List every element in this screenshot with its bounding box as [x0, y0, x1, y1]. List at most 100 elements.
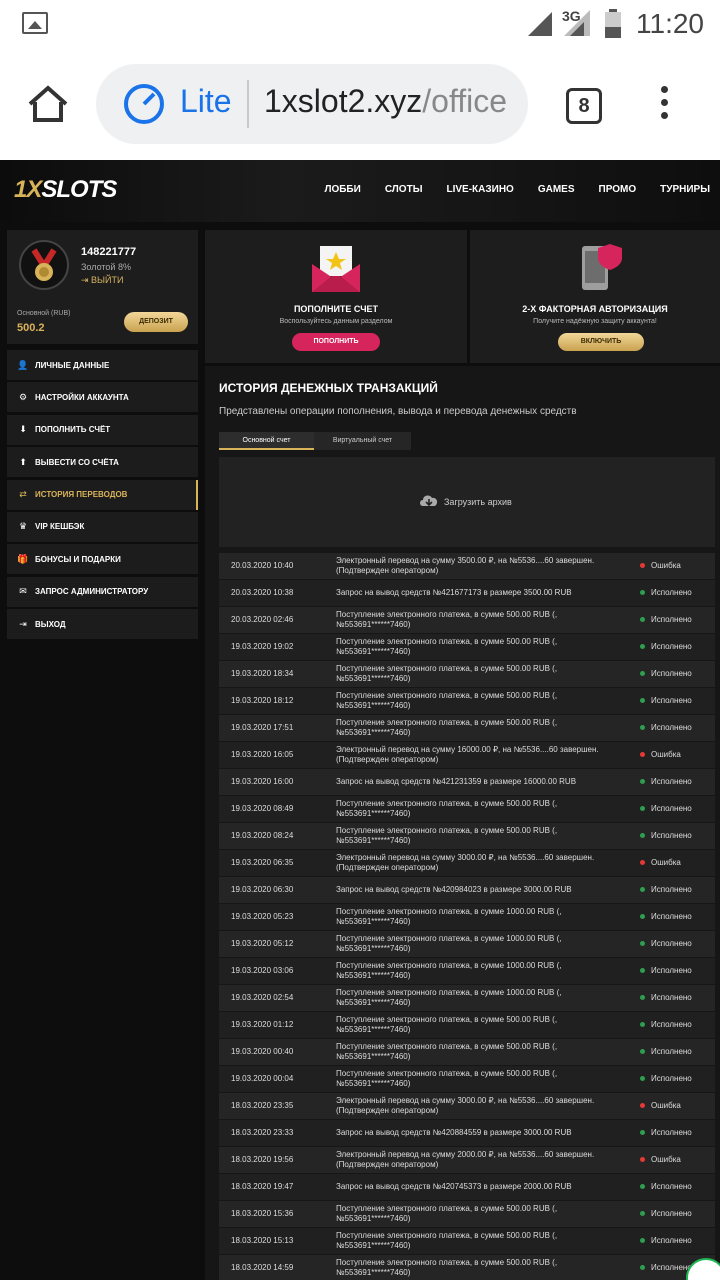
menu-item[interactable]: ✉ ЗАПРОС АДМИНИСТРАТОРУ — [7, 576, 198, 607]
transaction-date: 19.03.2020 08:24 — [231, 831, 294, 840]
top-up-button[interactable]: ПОПОЛНИТЬ — [292, 333, 380, 351]
status-dot-icon — [640, 590, 645, 595]
user-id: 148221777 — [81, 246, 137, 258]
nav-tournaments[interactable]: ТУРНИРЫ — [660, 184, 710, 195]
website: 1XSLOTS ЛОББИ СЛОТЫ LIVE-КАЗИНО GAMES ПР… — [0, 160, 720, 1280]
download-icon: ⬇ — [19, 424, 27, 435]
phone-shield-icon — [582, 244, 622, 290]
transaction-status: Исполнено — [651, 588, 692, 597]
table-row: 20.03.2020 02:46 Поступление электронного… — [219, 607, 715, 633]
enable-2fa-button[interactable]: ВКЛЮЧИТЬ — [558, 333, 644, 351]
transaction-description: Поступление электронного платежа, в сумм… — [336, 1015, 558, 1034]
menu-item[interactable]: 🎁 БОНУСЫ И ПОДАРКИ — [7, 544, 198, 575]
cloud-download-icon[interactable] — [419, 493, 439, 514]
menu-item[interactable]: ⬇ ПОПОЛНИТЬ СЧЁТ — [7, 414, 198, 445]
address-bar[interactable]: Lite 1xslot2.xyz/office — [96, 64, 528, 144]
nav-lobby[interactable]: ЛОББИ — [324, 184, 360, 195]
transaction-status: Исполнено — [651, 1263, 692, 1272]
clock: 11:20 — [636, 8, 704, 39]
nav-slots[interactable]: СЛОТЫ — [385, 184, 423, 195]
transaction-status: Ошибка — [651, 1155, 681, 1164]
deposit-button[interactable]: ДЕПОЗИТ — [124, 312, 188, 332]
status-dot-icon — [640, 1157, 645, 1162]
url-text[interactable]: 1xslot2.xyz/office — [264, 83, 508, 120]
transaction-description: Поступление электронного платежа, в сумм… — [336, 934, 562, 953]
nav-games[interactable]: GAMES — [538, 184, 575, 195]
menu-item[interactable]: ⚙ НАСТРОЙКИ АККАУНТА — [7, 382, 198, 413]
gift-icon: 🎁 — [17, 553, 29, 564]
menu-item[interactable]: 👤 ЛИЧНЫЕ ДАННЫЕ — [7, 350, 198, 380]
menu-item-label: ПОПОЛНИТЬ СЧЁТ — [35, 425, 111, 435]
main-nav: ЛОББИ СЛОТЫ LIVE-КАЗИНО GAMES ПРОМО ТУРН… — [324, 184, 710, 195]
transaction-status: Исполнено — [651, 1236, 692, 1245]
transaction-date: 18.03.2020 15:36 — [231, 1209, 294, 1218]
account-label: Основной (RUB) — [17, 310, 71, 317]
transaction-description: Запрос на вывод средств №421231359 в раз… — [336, 777, 577, 786]
history-subtitle: Представлены операции пополнения, вывода… — [219, 406, 577, 417]
logout-link[interactable]: ⇥ ВЫЙТИ — [81, 275, 123, 286]
transaction-description: Поступление электронного платежа, в сумм… — [336, 826, 558, 845]
table-row: 19.03.2020 16:05 Электронный перевод на с… — [219, 742, 715, 768]
tab-switcher-button[interactable]: 8 — [566, 88, 602, 124]
crown-icon: ♛ — [18, 521, 28, 532]
lite-label[interactable]: Lite — [180, 83, 232, 120]
transaction-description: Поступление электронного платежа, в сумм… — [336, 718, 558, 737]
url-separator — [247, 80, 249, 128]
tab-main-account[interactable]: Основной счет — [219, 432, 314, 450]
transaction-date: 19.03.2020 03:06 — [231, 966, 294, 975]
transaction-status: Исполнено — [651, 966, 692, 975]
transaction-status: Исполнено — [651, 1074, 692, 1083]
transaction-status: Исполнено — [651, 669, 692, 678]
download-archive-link[interactable]: Загрузить архив — [444, 497, 512, 507]
status-dot-icon — [640, 644, 645, 649]
overflow-menu-icon[interactable] — [656, 86, 672, 126]
table-row: 19.03.2020 08:49 Поступление электронного… — [219, 796, 715, 822]
table-row: 19.03.2020 02:54 Поступление электронного… — [219, 985, 715, 1011]
tab-virtual-account[interactable]: Виртуальный счет — [314, 432, 411, 450]
transaction-date: 20.03.2020 10:40 — [231, 561, 294, 570]
transaction-status: Исполнено — [651, 1209, 692, 1218]
transaction-status: Исполнено — [651, 777, 692, 786]
menu-item-label: ИСТОРИЯ ПЕРЕВОДОВ — [35, 490, 128, 500]
two-factor-card: 2-Х ФАКТОРНАЯ АВТОРИЗАЦИЯ Получите надёж… — [470, 230, 720, 363]
transaction-description: Поступление электронного платежа, в сумм… — [336, 1069, 558, 1088]
transaction-status: Исполнено — [651, 939, 692, 948]
status-dot-icon — [640, 1211, 645, 1216]
transaction-description: Запрос на вывод средств №421677173 в раз… — [336, 588, 572, 597]
menu-item-label: ЗАПРОС АДМИНИСТРАТОРУ — [35, 587, 149, 597]
status-dot-icon — [640, 698, 645, 703]
transaction-date: 19.03.2020 08:49 — [231, 804, 294, 813]
table-row: 19.03.2020 00:40 Поступление электронного… — [219, 1039, 715, 1065]
transaction-status: Исполнено — [651, 1128, 692, 1137]
transaction-date: 19.03.2020 19:02 — [231, 642, 294, 651]
status-dot-icon — [640, 941, 645, 946]
transaction-description: Поступление электронного платежа, в сумм… — [336, 907, 562, 926]
transaction-description: Запрос на вывод средств №420884559 в раз… — [336, 1128, 572, 1137]
account-menu: 👤 ЛИЧНЫЕ ДАННЫЕ ⚙ НАСТРОЙКИ АККАУНТА ⬇ ПОПОЛН… — [7, 350, 198, 642]
status-dot-icon — [640, 1049, 645, 1054]
transaction-description: Электронный перевод на сумму 3000.00 ₽, … — [336, 1096, 595, 1115]
lite-mode-icon[interactable] — [122, 82, 166, 126]
deposit-card-subtitle: Воспользуйтесь данным разделом — [279, 318, 393, 325]
status-dot-icon — [640, 671, 645, 676]
menu-item[interactable]: ⇥ ВЫХОД — [7, 609, 198, 640]
menu-item[interactable]: ⇄ ИСТОРИЯ ПЕРЕВОДОВ — [7, 479, 198, 510]
transaction-description: Электронный перевод на сумму 16000.00 ₽,… — [336, 745, 599, 764]
transaction-description: Запрос на вывод средств №420745373 в раз… — [336, 1182, 572, 1191]
status-dot-icon — [640, 1265, 645, 1270]
nav-live-casino[interactable]: LIVE-КАЗИНО — [446, 184, 513, 195]
account-balance: 500.2 — [17, 322, 45, 334]
transaction-date: 19.03.2020 16:00 — [231, 777, 294, 786]
table-row: 19.03.2020 06:30 Запрос на вывод средств … — [219, 877, 715, 903]
home-icon[interactable] — [26, 82, 70, 126]
menu-item[interactable]: ♛ VIP КЕШБЭК — [7, 511, 198, 542]
status-dot-icon — [640, 1022, 645, 1027]
nav-promo[interactable]: ПРОМО — [599, 184, 637, 195]
site-logo[interactable]: 1XSLOTS — [14, 176, 117, 204]
transaction-date: 19.03.2020 00:04 — [231, 1074, 294, 1083]
menu-item[interactable]: ⬆ ВЫВЕСТИ СО СЧЁТА — [7, 447, 198, 478]
site-header: 1XSLOTS ЛОББИ СЛОТЫ LIVE-КАЗИНО GAMES ПР… — [0, 160, 720, 222]
menu-item-label: ВЫХОД — [35, 619, 66, 629]
url-domain: 1xslot2.xyz — [264, 83, 423, 119]
table-row: 18.03.2020 14:59 Поступление электронного… — [219, 1255, 715, 1280]
